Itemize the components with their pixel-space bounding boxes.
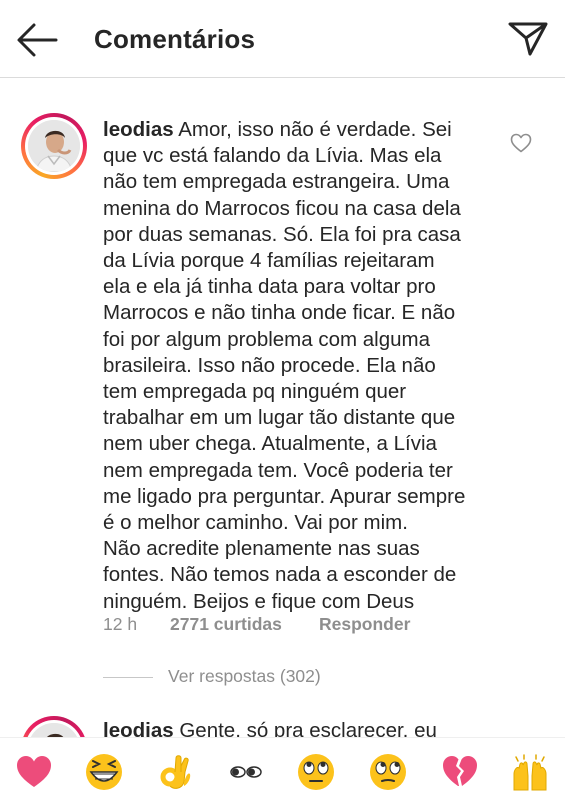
broken-heart-emoji[interactable]: [440, 752, 480, 792]
comment-line: brasileira. Isso não procede. Ela não: [103, 353, 436, 377]
comment-line: que vc está falando da Lívia. Mas ela: [103, 144, 442, 168]
raising-hands-emoji[interactable]: [510, 752, 550, 792]
profile-photo-icon: [28, 120, 80, 172]
comment-username[interactable]: leodias: [103, 118, 174, 141]
view-replies-link[interactable]: Ver respostas (302): [168, 666, 321, 687]
comment-body: leodias Amor, isso não é verdade. Sei qu…: [103, 117, 498, 615]
reply-button[interactable]: Responder: [319, 614, 410, 635]
eyes-emoji[interactable]: [226, 752, 266, 792]
comment-line: trabalhar em um lugar tão distante que: [103, 406, 456, 430]
like-button[interactable]: [510, 133, 532, 153]
comment-line: foi por algum problema com alguma: [103, 327, 431, 351]
comment-line: ninguém. Beijos e fique com Deus: [103, 589, 415, 613]
avatar: [28, 120, 80, 172]
comment-line: Marrocos e não tinha onde ficar. E não: [103, 301, 456, 325]
arrow-left-icon: [17, 23, 58, 57]
avatar-story-ring[interactable]: [21, 113, 87, 179]
comment-line: Não acredite plenamente nas suas: [103, 537, 420, 561]
comment-line: leodias Amor, isso não é verdade. Sei: [103, 118, 452, 141]
paper-plane-icon: [508, 22, 548, 56]
comment-line: nem uber chega. Atualmente, a Lívia: [103, 432, 437, 456]
face-with-rolling-eyes-emoji[interactable]: [368, 752, 408, 792]
replies-divider: [103, 677, 153, 678]
top-bar: Comentários: [0, 0, 565, 78]
comment-line: tem empregada pq ninguém quer: [103, 380, 407, 404]
comment-line: me ligado pra perguntar. Apurar sempre: [103, 484, 466, 508]
page-title: Comentários: [94, 24, 256, 54]
heart-outline-icon: [510, 133, 532, 153]
comment-line: nem empregada tem. Você poderia ter: [103, 458, 453, 482]
face-with-rolling-eyes-emoji[interactable]: [296, 752, 336, 792]
comment-line: ela e ela já tinha data para voltar pro: [103, 275, 436, 299]
comment-line: não tem empregada estrangeira. Uma: [103, 170, 450, 194]
grinning-squint-emoji[interactable]: [84, 752, 124, 792]
comment-line: é o melhor caminho. Vai por mim.: [103, 511, 408, 535]
comment-line: por duas semanas. Só. Ela foi pra casa: [103, 222, 461, 246]
emoji-quick-bar: [0, 737, 565, 800]
comment-timestamp: 12 h: [103, 614, 138, 634]
comment-line: da Lívia porque 4 famílias rejeitaram: [103, 249, 435, 273]
share-button[interactable]: [506, 18, 550, 58]
likes-count[interactable]: 2771 curtidas: [170, 614, 282, 635]
comment-line: fontes. Não temos nada a esconder de: [103, 563, 457, 587]
ok-hand-emoji[interactable]: [154, 752, 194, 792]
heart-emoji[interactable]: [14, 752, 54, 792]
comment-line: menina do Marrocos ficou na casa dela: [103, 196, 461, 220]
back-button[interactable]: [14, 20, 60, 60]
